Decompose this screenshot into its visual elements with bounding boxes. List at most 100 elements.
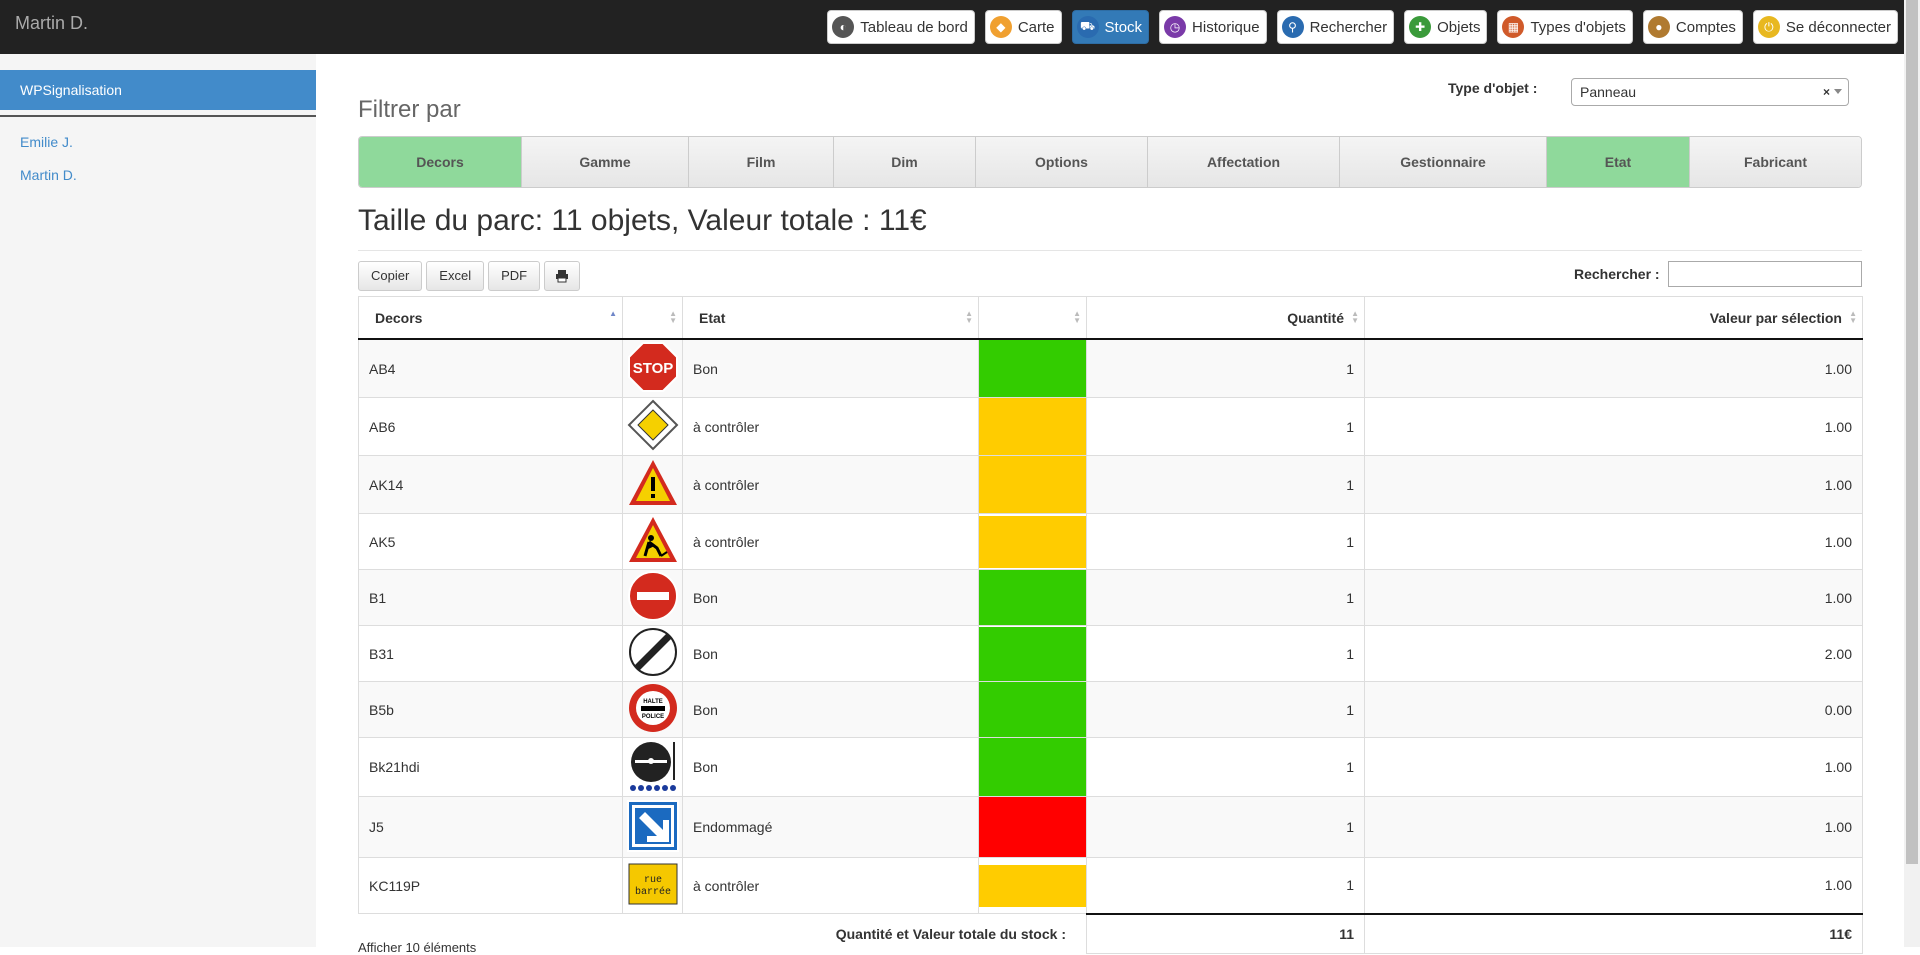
nav-button-search[interactable]: ⚲ Rechercher	[1276, 10, 1395, 44]
svg-text:barrée: barrée	[634, 886, 670, 898]
value-cell: 1.00	[1364, 857, 1863, 914]
etat-cell: à contrôler	[682, 397, 979, 456]
nav-button-types[interactable]: ▦ Types d'objets	[1497, 10, 1633, 44]
etat-cell: Bon	[682, 625, 979, 682]
quantity-cell: 1	[1086, 857, 1365, 914]
scrollbar-thumb[interactable]	[1906, 0, 1918, 864]
nav-button-user[interactable]: ● Comptes	[1642, 10, 1743, 44]
total-value: 11€	[1364, 912, 1863, 954]
clear-icon[interactable]: ×	[1823, 79, 1830, 105]
sidebar-link-martin[interactable]: Martin D.	[20, 167, 77, 183]
direction-arrow-sign-icon	[626, 799, 679, 855]
total-quantity: 11	[1086, 912, 1365, 954]
column-header-decors[interactable]: Decors ▲	[358, 296, 623, 340]
decor-cell: B1	[358, 569, 623, 626]
rue-barree-sign-icon: rue barrée	[627, 863, 679, 913]
stock-table: Decors ▲ ▲ ▼ Etat ▲ ▼ ▲ ▼ Quantité ▲ ▼ Valeur p…	[358, 296, 1863, 954]
sort-asc-icon: ▲	[609, 309, 617, 318]
sign-cell	[622, 569, 683, 626]
types-icon: ▦	[1502, 16, 1525, 38]
nav-button-cart[interactable]: ⛟ Stock	[1071, 10, 1150, 44]
nav-label: Comptes	[1675, 18, 1736, 36]
column-header-color[interactable]: ▲ ▼	[978, 296, 1087, 340]
sort-icon: ▲ ▼	[1351, 309, 1359, 325]
nav-button-history[interactable]: ◷ Historique	[1159, 10, 1267, 44]
object-type-value: Panneau	[1580, 84, 1637, 100]
decor-cell: AK14	[358, 455, 623, 514]
user-name: Martin D.	[15, 13, 89, 33]
value-cell: 1.00	[1364, 338, 1863, 398]
sort-icon: ▲ ▼	[1073, 309, 1081, 325]
table-row: J5 Endommagé 1 1.00	[358, 796, 1863, 858]
nav-button-power[interactable]: ⏻ Se déconnecter	[1752, 10, 1898, 44]
tab-gestionnaire[interactable]: Gestionnaire	[1340, 137, 1547, 187]
value-cell: 1.00	[1364, 569, 1863, 626]
table-row: B31 Bon 1 2.00	[358, 625, 1863, 682]
column-header-etat[interactable]: Etat ▲ ▼	[682, 296, 979, 340]
etat-cell: à contrôler	[682, 455, 979, 514]
etat-cell: Bon	[682, 569, 979, 626]
sidebar-link-emilie[interactable]: Emilie J.	[20, 134, 73, 150]
tab-affectation[interactable]: Affectation	[1148, 137, 1340, 187]
object-type-select[interactable]: Panneau ×	[1571, 78, 1849, 106]
table-row: Bk21hdi Bon 1 1.00	[358, 737, 1863, 797]
power-icon: ⏻	[1757, 16, 1780, 38]
tab-dim[interactable]: Dim	[834, 137, 976, 187]
quantity-cell: 1	[1086, 455, 1365, 514]
quantity-cell: 1	[1086, 681, 1365, 738]
tab-options[interactable]: Options	[976, 137, 1148, 187]
etat-cell: Bon	[682, 737, 979, 797]
table-row: AB6 à contrôler 1 1.00	[358, 397, 1863, 456]
tab-decors[interactable]: Decors	[359, 137, 522, 187]
warning-sign-icon	[627, 460, 679, 512]
print-button[interactable]	[544, 261, 581, 291]
tab-etat[interactable]: Etat	[1547, 137, 1690, 187]
etat-cell: Bon	[682, 681, 979, 738]
nav-label: Se déconnecter	[1785, 18, 1891, 36]
etat-cell: Endommagé	[682, 796, 979, 858]
sort-icon: ▲ ▼	[965, 309, 973, 325]
nav-label: Types d'objets	[1530, 18, 1626, 36]
copy-button[interactable]: Copier	[358, 261, 423, 291]
excel-button[interactable]: Excel	[426, 261, 485, 291]
sign-cell: STOP	[622, 338, 683, 398]
dashboard-icon: ◐	[832, 16, 855, 38]
column-header-quantite[interactable]: Quantité ▲ ▼	[1086, 296, 1365, 340]
nav-button-add-object[interactable]: ✚ Objets	[1404, 10, 1488, 44]
tab-film[interactable]: Film	[689, 137, 834, 187]
table-row: KC119P rue barrée à contrôler 1 1.00	[358, 857, 1863, 914]
tab-fabricant[interactable]: Fabricant	[1690, 137, 1861, 187]
column-header-valeur[interactable]: Valeur par sélection ▲ ▼	[1364, 296, 1863, 340]
quantity-cell: 1	[1086, 737, 1365, 797]
search-icon: ⚲	[1281, 16, 1304, 38]
nav-button-dashboard[interactable]: ◐ Tableau de bord	[827, 10, 975, 44]
status-color-cell	[978, 857, 1087, 914]
table-row: AK14 à contrôler 1 1.00	[358, 455, 1863, 514]
quantity-cell: 1	[1086, 338, 1365, 398]
quantity-cell: 1	[1086, 796, 1365, 858]
page-title: Taille du parc: 11 objets, Valeur totale…	[358, 204, 927, 237]
svg-text:STOP: STOP	[632, 360, 673, 377]
chevron-down-icon[interactable]	[1834, 89, 1842, 94]
value-cell: 1.00	[1364, 397, 1863, 456]
nav-label: Tableau de bord	[860, 18, 968, 36]
priority-road-sign-icon	[627, 399, 679, 454]
status-color-swatch	[979, 738, 1086, 796]
search-input[interactable]	[1668, 261, 1862, 287]
sign-cell	[622, 397, 683, 456]
nav-label: Objets	[1437, 18, 1481, 36]
status-color-swatch	[979, 456, 1086, 513]
object-type-label: Type d'objet :	[1448, 80, 1538, 96]
pdf-button[interactable]: PDF	[488, 261, 541, 291]
status-color-swatch	[979, 682, 1086, 737]
page-length-label: Afficher 10 éléments	[358, 940, 477, 955]
history-icon: ◷	[1164, 16, 1187, 38]
cart-icon: ⛟	[1076, 16, 1099, 38]
svg-text:rue: rue	[643, 875, 661, 886]
nav-button-map[interactable]: ◆ Carte	[984, 10, 1062, 44]
sort-icon: ▲ ▼	[1849, 309, 1857, 325]
sidebar-item-wpsignalisation[interactable]: WPSignalisation	[0, 70, 316, 110]
decor-cell: AB4	[358, 338, 623, 398]
column-header-sign[interactable]: ▲ ▼	[622, 296, 683, 340]
tab-gamme[interactable]: Gamme	[522, 137, 689, 187]
